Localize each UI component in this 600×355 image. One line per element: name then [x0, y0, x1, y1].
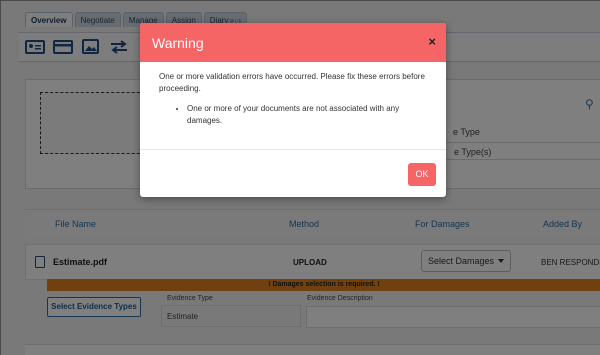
dialog-title: Warning — [152, 35, 204, 51]
dialog-message: One or more validation errors have occur… — [159, 72, 425, 93]
close-icon[interactable]: × — [428, 34, 436, 49]
dialog-footer: OK — [140, 150, 446, 197]
error-list: One or more of your documents are not as… — [159, 103, 428, 127]
application-page: Overview Negotiate Manage Assign Diary16… — [0, 0, 600, 355]
ok-button[interactable]: OK — [408, 163, 436, 186]
warning-dialog: Warning × One or more validation errors … — [140, 23, 446, 197]
list-item: One or more of your documents are not as… — [187, 103, 428, 127]
dialog-header: Warning × — [140, 23, 446, 62]
dialog-body: One or more validation errors have occur… — [140, 62, 446, 150]
